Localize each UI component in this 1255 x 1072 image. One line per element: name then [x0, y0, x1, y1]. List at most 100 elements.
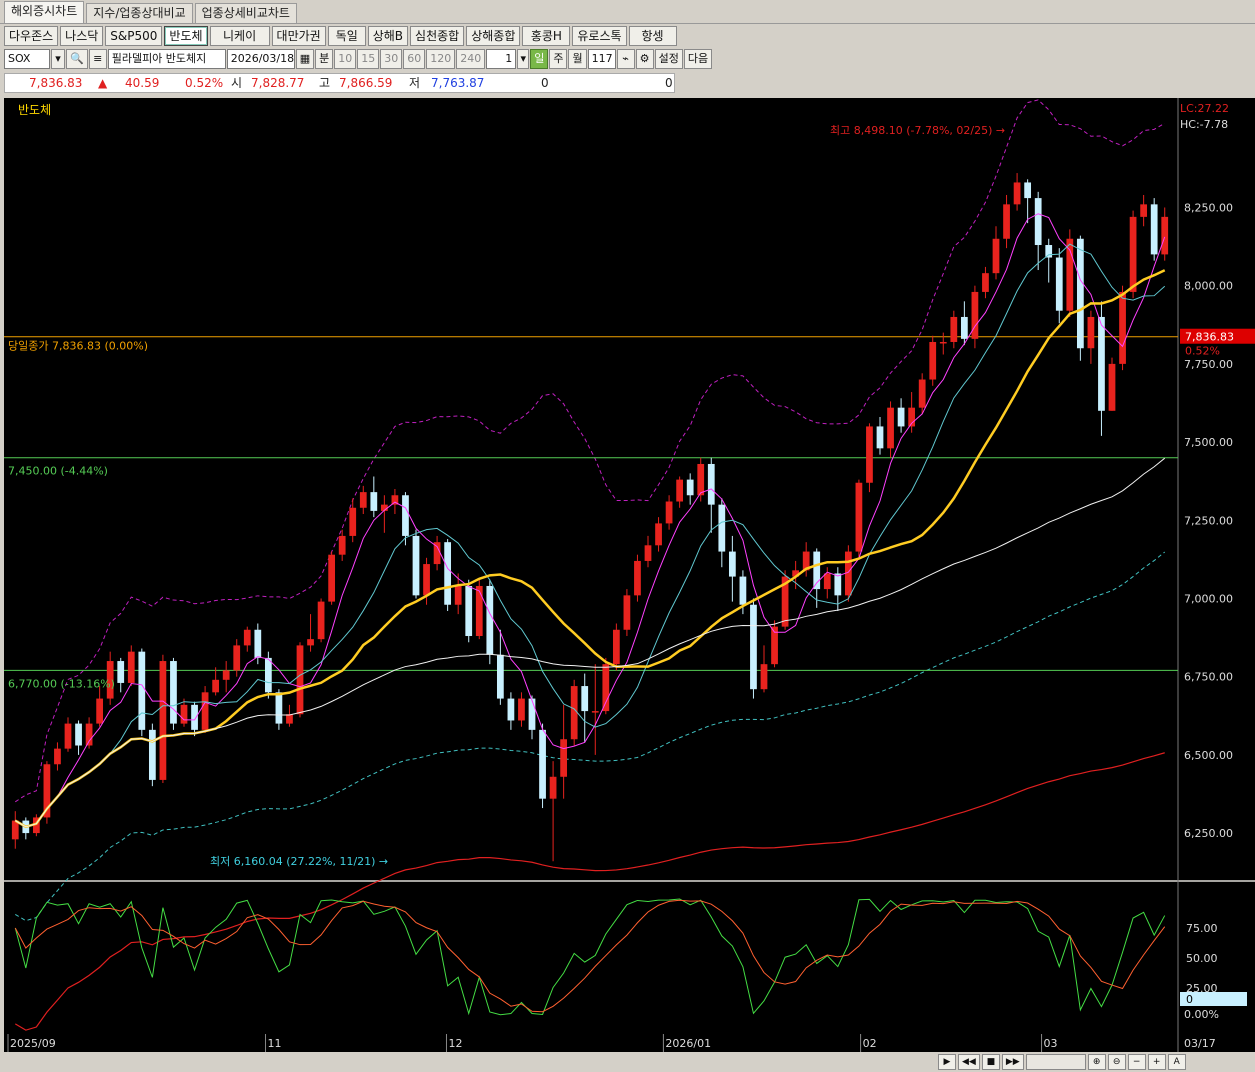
- y-tick-label: 6,250.00: [1184, 827, 1233, 840]
- settings-gear-button[interactable]: ⚙: [635, 49, 654, 69]
- interval-15[interactable]: 15: [357, 49, 380, 69]
- market-button-hangseng[interactable]: 항셍: [628, 26, 677, 46]
- price-chart-svg[interactable]: 반도체 LC:27.22 HC:-7.78 6,250.00 6,500.00 6,750…: [4, 98, 1255, 1072]
- candle-body: [254, 629, 262, 658]
- candle-body: [823, 573, 831, 590]
- candle-body: [1003, 204, 1010, 239]
- candle-body: [286, 714, 293, 724]
- close-line-label: 당일종가 7,836.83 (0.00%): [8, 339, 148, 353]
- minus-button[interactable]: −: [1127, 1054, 1146, 1070]
- hline1-label: 7,450.00 (-4.44%): [8, 465, 108, 478]
- tab-sector-compare[interactable]: 업종상세비교차트: [194, 3, 297, 23]
- list-button[interactable]: ≡: [88, 49, 107, 69]
- market-button-semiconductor[interactable]: 반도체: [164, 26, 208, 46]
- lc-label: LC:27.22: [1180, 102, 1229, 115]
- candle-body: [85, 723, 93, 746]
- interval-60[interactable]: 60: [403, 49, 426, 69]
- symbol-dropdown[interactable]: ▾: [51, 49, 65, 69]
- interval-240[interactable]: 240: [456, 49, 486, 69]
- top-tabs: 해외증시차트 지수/업종상대비교 업종상세비교차트: [0, 0, 1255, 24]
- candle-body: [412, 535, 420, 596]
- tab-overseas-chart[interactable]: 해외증시차트: [4, 1, 85, 23]
- day-button[interactable]: 일: [530, 49, 549, 69]
- interval-120[interactable]: 120: [426, 49, 456, 69]
- chart-area[interactable]: 반도체 LC:27.22 HC:-7.78 6,250.00 6,500.00 6,750…: [4, 98, 1255, 1072]
- plus-button[interactable]: +: [1147, 1054, 1166, 1070]
- candle-body: [148, 729, 156, 780]
- search-button[interactable]: 🔍: [66, 49, 88, 69]
- fast-forward-icon: ▶▶: [1005, 1057, 1020, 1067]
- candle-body: [992, 238, 1000, 274]
- market-button-taiwan[interactable]: 대만가권: [271, 26, 326, 46]
- change-value: 40.59: [125, 76, 160, 90]
- open-price: 7,828.77: [251, 76, 305, 90]
- x-tick-label: 2026/01: [665, 1037, 711, 1050]
- scroll-first-button[interactable]: ◀◀: [958, 1054, 980, 1070]
- candle-body: [359, 492, 367, 508]
- market-button-dow[interactable]: 다우존스: [4, 26, 59, 46]
- name-field: 필라델피아 반도체지: [107, 49, 226, 69]
- auto-icon: A: [1173, 1057, 1180, 1067]
- market-button-nikkei[interactable]: 니케이: [209, 26, 270, 46]
- chart-tool-button[interactable]: ⌁: [616, 49, 635, 69]
- week-button[interactable]: 주: [549, 49, 568, 69]
- month-button[interactable]: 월: [568, 49, 587, 69]
- market-button-shanghai-composite[interactable]: 상해종합: [466, 26, 521, 46]
- candle-body: [549, 776, 557, 799]
- scroll-left-button[interactable]: ▶: [938, 1054, 956, 1070]
- low-label: 저: [409, 76, 421, 90]
- candle-body: [539, 729, 546, 799]
- zoom-slider[interactable]: [1025, 1054, 1086, 1070]
- market-button-shenzhen[interactable]: 심천종합: [410, 26, 465, 46]
- candle-body: [1024, 182, 1032, 199]
- low-price: 7,763.87: [431, 76, 485, 90]
- market-button-hongkong-h[interactable]: 홍콩H: [522, 26, 571, 46]
- candle-body: [212, 679, 220, 693]
- hc-label: HC:-7.78: [1180, 118, 1228, 131]
- low-annotation: 최저 6,160.04 (27.22%, 11/21) →: [210, 855, 388, 868]
- market-button-nasdaq[interactable]: 나스닥: [60, 26, 104, 46]
- candle-body: [307, 639, 314, 646]
- bars-input[interactable]: 117: [587, 49, 616, 69]
- candle-body: [275, 692, 283, 724]
- last-price: 7,836.83: [29, 76, 83, 90]
- next-button[interactable]: 다음: [683, 49, 713, 69]
- candle-body: [929, 341, 937, 380]
- candle-body: [370, 492, 378, 511]
- scroll-last-button[interactable]: ▶▶: [1001, 1054, 1024, 1070]
- symbol-input[interactable]: SOX: [4, 49, 50, 69]
- stop-icon: ■: [986, 1057, 996, 1067]
- main-plot-bg: [4, 98, 1178, 880]
- candle-body: [1150, 204, 1158, 255]
- candle-body: [170, 661, 177, 724]
- interval-30[interactable]: 30: [380, 49, 403, 69]
- auto-scale-button[interactable]: A: [1167, 1054, 1186, 1070]
- zoom-in-button[interactable]: ⊕: [1087, 1054, 1106, 1070]
- market-button-eurostoxx[interactable]: 유로스톡: [572, 26, 627, 46]
- stop-button[interactable]: ■: [981, 1054, 1000, 1070]
- count-spinner[interactable]: ▾: [517, 49, 530, 69]
- market-button-sp500[interactable]: S&P500: [105, 26, 163, 46]
- candle-body: [423, 564, 430, 596]
- candle-body: [475, 585, 483, 637]
- minute-button[interactable]: 분: [315, 49, 334, 69]
- calendar-button[interactable]: ▦: [295, 49, 315, 69]
- zoom-out-button[interactable]: ⊖: [1107, 1054, 1126, 1070]
- candle-body: [939, 341, 947, 344]
- date-input[interactable]: 2026/03/18: [226, 49, 295, 69]
- candle-body: [971, 291, 979, 339]
- settings-button[interactable]: 설정: [654, 49, 683, 69]
- market-button-germany[interactable]: 독일: [327, 26, 366, 46]
- market-button-shanghai-b[interactable]: 상해B: [367, 26, 409, 46]
- rewind-icon: ◀◀: [962, 1057, 976, 1067]
- count-input[interactable]: 1: [486, 49, 517, 69]
- candle-body: [54, 748, 61, 765]
- plus-icon: +: [1152, 1057, 1161, 1067]
- interval-10[interactable]: 10: [334, 49, 357, 69]
- scroll-controls: ▶ ◀◀ ■ ▶▶ ⊕ ⊖ − + A: [938, 1054, 1186, 1070]
- y-tick-label: 6,500.00: [1184, 749, 1233, 762]
- tab-index-compare[interactable]: 지수/업종상대비교: [86, 3, 193, 23]
- candle-body: [760, 664, 768, 690]
- candle-body: [897, 407, 905, 427]
- candle-body: [1034, 198, 1042, 246]
